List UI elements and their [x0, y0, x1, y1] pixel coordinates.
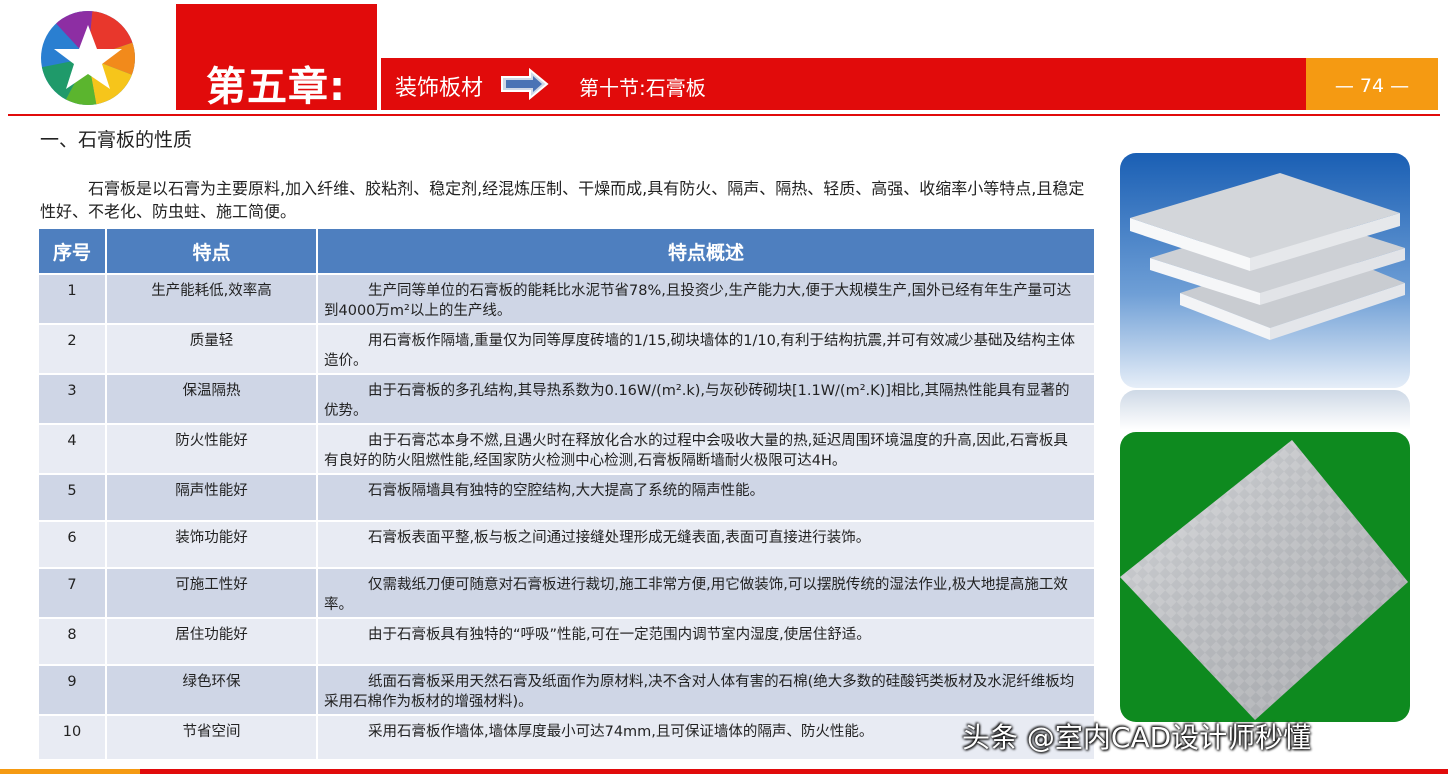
row-description: 石膏板隔墙具有独特的空腔结构,大大提高了系统的隔声性能。 — [317, 473, 1096, 521]
row-description: 仅需裁纸刀便可随意对石膏板进行裁切,施工非常方便,用它做装饰,可以摆脱传统的湿法… — [317, 567, 1096, 618]
ceiling-tile-image — [1120, 432, 1410, 722]
arrow-right-icon — [501, 68, 549, 100]
row-feature: 可施工性好 — [106, 567, 318, 618]
header-description: 特点概述 — [317, 229, 1096, 274]
footer-bar — [0, 769, 1448, 774]
row-description: 纸面石膏板采用天然石膏及纸面作为原材料,决不含对人体有害的石棉(绝大多数的硅酸钙… — [317, 664, 1096, 715]
page-number: — 74 — — [1334, 75, 1410, 97]
row-feature: 隔声性能好 — [106, 473, 318, 521]
gypsum-boards-image — [1120, 153, 1410, 388]
table-row: 8 居住功能好 由于石膏板具有独特的“呼吸”性能,可在一定范围内调节室内湿度,使… — [39, 617, 1096, 665]
header-number: 序号 — [39, 229, 107, 274]
row-number: 4 — [39, 423, 107, 474]
row-description: 用石膏板作隔墙,重量仅为同等厚度砖墙的1/15,砌块墙体的1/10,有利于结构抗… — [317, 323, 1096, 374]
row-description: 由于石膏板具有独特的“呼吸”性能,可在一定范围内调节室内湿度,使居住舒适。 — [317, 617, 1096, 665]
row-feature: 节省空间 — [106, 714, 318, 759]
row-description: 生产同等单位的石膏板的能耗比水泥节省78%,且投资少,生产能力大,便于大规模生产… — [317, 273, 1096, 324]
table-row: 4 防火性能好 由于石膏芯本身不燃,且遇火时在释放化合水的过程中会吸收大量的热,… — [39, 423, 1096, 474]
image-reflection — [1120, 390, 1410, 430]
row-feature: 装饰功能好 — [106, 520, 318, 568]
header-divider — [8, 114, 1440, 116]
row-feature: 防火性能好 — [106, 423, 318, 474]
row-feature: 质量轻 — [106, 323, 318, 374]
row-description: 由于石膏芯本身不燃,且遇火时在释放化合水的过程中会吸收大量的热,延迟周围环境温度… — [317, 423, 1096, 474]
chapter-title: 第五章: — [206, 64, 346, 110]
logo-icon — [41, 11, 135, 105]
row-number: 1 — [39, 273, 107, 324]
row-number: 5 — [39, 473, 107, 521]
table-header-row: 序号 特点 特点概述 — [39, 229, 1096, 274]
row-number: 10 — [39, 714, 107, 759]
row-number: 2 — [39, 323, 107, 374]
table-row: 2 质量轻 用石膏板作隔墙,重量仅为同等厚度砖墙的1/15,砌块墙体的1/10,… — [39, 323, 1096, 374]
row-number: 6 — [39, 520, 107, 568]
properties-table: 序号 特点 特点概述 1 生产能耗低,效率高 生产同等单位的石膏板的能耗比水泥节… — [39, 229, 1096, 759]
table-row: 9 绿色环保 纸面石膏板采用天然石膏及纸面作为原材料,决不含对人体有害的石棉(绝… — [39, 664, 1096, 715]
table-row: 10 节省空间 采用石膏板作墙体,墙体厚度最小可达74mm,且可保证墙体的隔声、… — [39, 714, 1096, 759]
subsection-title: 第十节:石膏板 — [579, 76, 706, 100]
row-feature: 保温隔热 — [106, 373, 318, 424]
row-description: 由于石膏板的多孔结构,其导热系数为0.16W/(m².k),与灰砂砖砌块[1.1… — [317, 373, 1096, 424]
header-feature: 特点 — [106, 229, 318, 274]
row-number: 8 — [39, 617, 107, 665]
table-row: 7 可施工性好 仅需裁纸刀便可随意对石膏板进行裁切,施工非常方便,用它做装饰,可… — [39, 567, 1096, 618]
row-number: 3 — [39, 373, 107, 424]
row-number: 7 — [39, 567, 107, 618]
row-feature: 居住功能好 — [106, 617, 318, 665]
row-description: 石膏板表面平整,板与板之间通过接缝处理形成无缝表面,表面可直接进行装饰。 — [317, 520, 1096, 568]
table-row: 5 隔声性能好 石膏板隔墙具有独特的空腔结构,大大提高了系统的隔声性能。 — [39, 473, 1096, 521]
table-row: 6 装饰功能好 石膏板表面平整,板与板之间通过接缝处理形成无缝表面,表面可直接进… — [39, 520, 1096, 568]
table-row: 3 保温隔热 由于石膏板的多孔结构,其导热系数为0.16W/(m².k),与灰砂… — [39, 373, 1096, 424]
row-number: 9 — [39, 664, 107, 715]
row-feature: 生产能耗低,效率高 — [106, 273, 318, 324]
table-row: 1 生产能耗低,效率高 生产同等单位的石膏板的能耗比水泥节省78%,且投资少,生… — [39, 273, 1096, 324]
footer-accent — [0, 769, 140, 774]
section-heading: 一、石膏板的性质 — [40, 129, 193, 151]
row-feature: 绿色环保 — [106, 664, 318, 715]
watermark: 头条 @室内CAD设计师秒懂 — [962, 721, 1312, 754]
intro-paragraph: 石膏板是以石膏为主要原料,加入纤维、胶粘剂、稳定剂,经混炼压制、干燥而成,具有防… — [40, 179, 1085, 221]
section-title: 装饰板材 — [395, 76, 484, 101]
